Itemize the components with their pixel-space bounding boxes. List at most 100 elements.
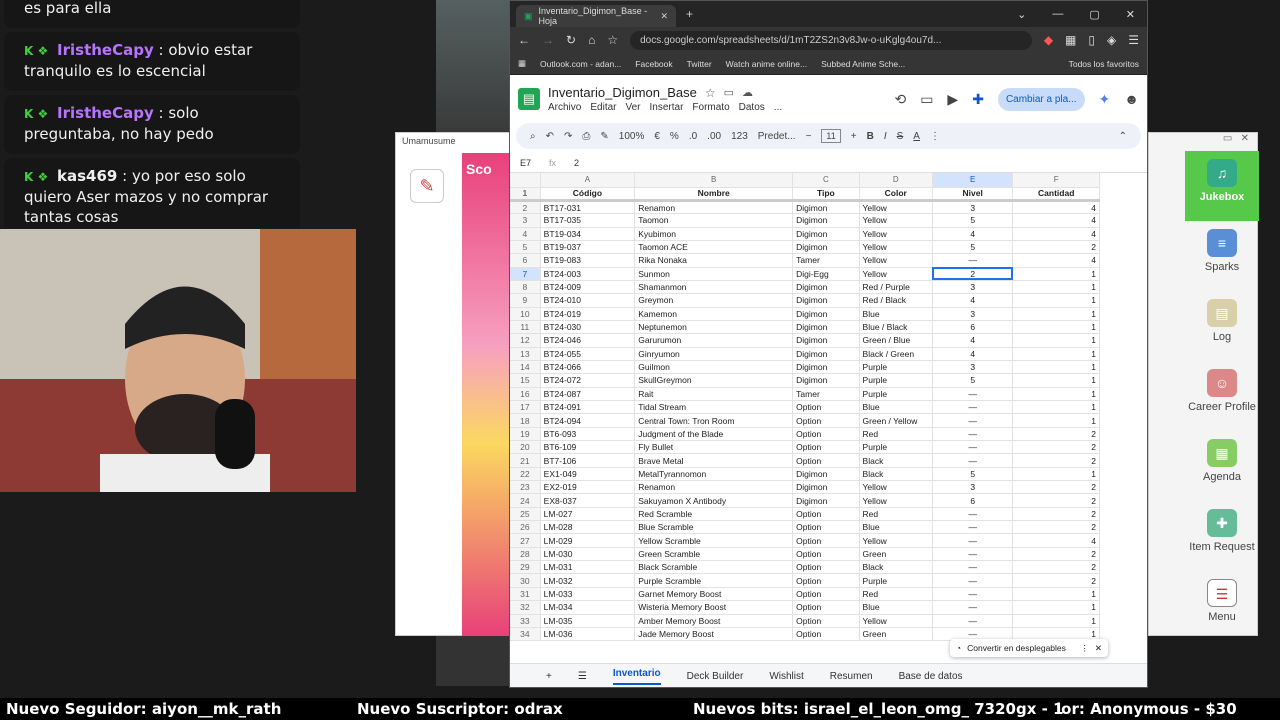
formula-input[interactable]: 2 [574, 158, 579, 168]
table-cell[interactable]: LM-033 [540, 587, 636, 602]
row-number[interactable]: 18 [510, 413, 541, 428]
table-cell[interactable]: Red Scramble [634, 507, 794, 522]
table-cell[interactable]: 1 [1012, 587, 1100, 602]
table-cell[interactable]: 6 [932, 320, 1014, 335]
number-format-icon[interactable]: 123 [731, 131, 748, 142]
zoom-select[interactable]: 100% [619, 131, 645, 142]
table-cell[interactable]: — [932, 560, 1014, 575]
table-cell[interactable]: Option [792, 413, 860, 428]
table-cell[interactable]: Judgment of the Blade [634, 427, 794, 442]
table-cell[interactable]: Blue [859, 307, 933, 321]
more-icon[interactable]: ⋮ [1080, 643, 1089, 654]
row-number[interactable]: 15 [510, 373, 541, 388]
minimize-icon[interactable]: — [1052, 8, 1063, 21]
table-cell[interactable]: Ginryumon [634, 347, 794, 361]
tab-resumen[interactable]: Resumen [830, 671, 873, 682]
column-header[interactable]: C [792, 173, 860, 188]
table-cell[interactable]: 4 [1012, 253, 1100, 268]
row-number[interactable]: 14 [510, 360, 541, 375]
table-cell[interactable]: Black [859, 560, 933, 575]
table-cell[interactable]: Blue [859, 400, 933, 415]
row-number[interactable]: 24 [510, 493, 541, 508]
close-window-icon[interactable]: ✕ [1126, 8, 1135, 21]
meet-icon[interactable]: ▶ [947, 91, 958, 108]
table-cell[interactable]: LM-032 [540, 573, 636, 588]
table-cell[interactable]: Digimon [792, 347, 860, 361]
doc-title[interactable]: Inventario_Digimon_Base [548, 85, 697, 100]
table-cell[interactable]: Tidal Stream [634, 400, 794, 415]
table-cell[interactable]: Yellow [859, 480, 933, 495]
table-cell[interactable]: Yellow [859, 213, 933, 228]
table-cell[interactable]: 1 [1012, 307, 1100, 321]
table-cell[interactable]: LM-035 [540, 614, 636, 628]
table-cell[interactable]: Digimon [792, 200, 860, 215]
table-cell[interactable]: Yellow Scramble [634, 533, 794, 548]
table-cell[interactable]: Digi-Egg [792, 267, 860, 281]
header-cell[interactable]: Color [859, 187, 933, 202]
more-options-icon[interactable]: ⋮ [930, 131, 940, 142]
table-cell[interactable]: Purple Scramble [634, 573, 794, 588]
row-number[interactable]: 21 [510, 453, 541, 468]
table-cell[interactable]: Green [859, 547, 933, 562]
log-button[interactable]: ▤ Log [1185, 291, 1259, 361]
table-cell[interactable]: Rait [634, 387, 794, 402]
table-cell[interactable]: 1 [1012, 413, 1100, 428]
comments-icon[interactable]: ▭ [920, 91, 933, 108]
table-cell[interactable]: Black / Green [859, 347, 933, 361]
table-cell[interactable]: 5 [932, 467, 1014, 482]
tab-wishlist[interactable]: Wishlist [769, 671, 803, 682]
table-cell[interactable]: BT24-094 [540, 413, 636, 428]
table-cell[interactable]: 2 [1012, 507, 1100, 522]
apps-icon[interactable]: ▦ [518, 58, 526, 69]
table-cell[interactable]: Taomon [634, 213, 794, 228]
close-tab-icon[interactable]: ✕ [660, 11, 668, 22]
table-cell[interactable]: 6 [932, 493, 1014, 508]
home-icon[interactable]: ⌂ [588, 33, 595, 47]
row-number[interactable]: 13 [510, 347, 541, 361]
table-cell[interactable]: Red [859, 507, 933, 522]
table-cell[interactable]: Shamanmon [634, 280, 794, 295]
table-cell[interactable]: Green / Blue [859, 333, 933, 348]
table-cell[interactable]: 1 [1012, 373, 1100, 388]
table-cell[interactable]: 5 [932, 213, 1014, 228]
table-cell[interactable]: — [932, 533, 1014, 548]
row-number[interactable]: 19 [510, 427, 541, 442]
table-cell[interactable]: Option [792, 573, 860, 588]
font-select[interactable]: Predet... [758, 131, 796, 142]
url-field[interactable]: docs.google.com/spreadsheets/d/1mT2ZS2n3… [630, 30, 1032, 50]
add-sheet-icon[interactable]: + [546, 671, 552, 682]
table-cell[interactable]: BT24-003 [540, 267, 636, 281]
table-cell[interactable]: 1 [1012, 267, 1100, 281]
decrease-decimal-icon[interactable]: .0 [689, 131, 697, 142]
table-cell[interactable]: Digimon [792, 320, 860, 335]
table-cell[interactable]: 1 [1012, 400, 1100, 415]
sidebar-icon[interactable]: ▯ [1088, 33, 1095, 47]
row-number[interactable]: 25 [510, 507, 541, 522]
table-cell[interactable]: 1 [1012, 360, 1100, 375]
row-number[interactable]: 20 [510, 440, 541, 455]
row-number[interactable]: 33 [510, 614, 541, 628]
forward-icon[interactable]: → [542, 33, 554, 47]
table-cell[interactable]: BT7-106 [540, 453, 636, 468]
table-cell[interactable]: Option [792, 587, 860, 602]
agenda-button[interactable]: ▦ Agenda [1185, 431, 1259, 501]
table-cell[interactable]: Green / Yellow [859, 413, 933, 428]
menu-more[interactable]: ... [774, 102, 782, 113]
table-cell[interactable]: 1 [1012, 347, 1100, 361]
table-cell[interactable]: 2 [932, 267, 1014, 281]
table-cell[interactable]: BT24-030 [540, 320, 636, 335]
table-cell[interactable]: 4 [1012, 213, 1100, 228]
name-box[interactable]: E7 [520, 158, 531, 168]
avatar[interactable]: ☻ [1124, 91, 1139, 107]
table-cell[interactable]: LM-034 [540, 600, 636, 615]
brave-shield-icon[interactable]: ◆ [1044, 33, 1053, 47]
table-cell[interactable]: Black [859, 467, 933, 482]
table-cell[interactable]: 3 [932, 480, 1014, 495]
table-cell[interactable]: Wisteria Memory Boost [634, 600, 794, 615]
table-cell[interactable]: — [932, 413, 1014, 428]
table-cell[interactable]: 1 [1012, 280, 1100, 295]
table-cell[interactable]: 2 [1012, 547, 1100, 562]
table-cell[interactable]: 2 [1012, 520, 1100, 535]
row-number[interactable]: 31 [510, 587, 541, 602]
bookmark-icon[interactable]: ☆ [607, 33, 618, 47]
